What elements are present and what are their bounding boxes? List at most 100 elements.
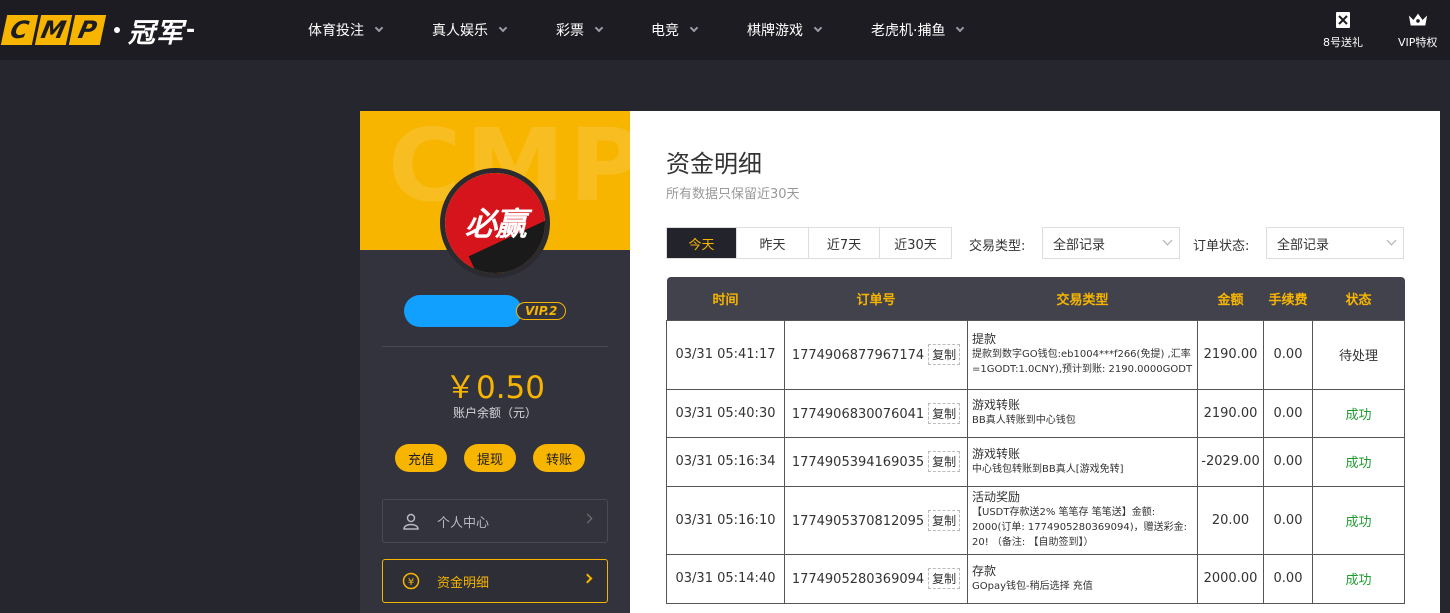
nav-label: 彩票 — [556, 23, 584, 39]
order-number: 1774905370812095 — [791, 513, 925, 529]
withdraw-button[interactable]: 提现 — [464, 444, 516, 472]
gift-icon — [1333, 10, 1353, 30]
nav-item-esports[interactable]: 电竞 — [639, 0, 735, 60]
date-range-tabs: 今天 昨天 近7天 近30天 — [666, 227, 952, 259]
sidebar-item-funds[interactable]: ¥ 资金明细 — [382, 559, 608, 603]
type-detail: 中心钱包转账到BB真人[游戏免转] — [972, 463, 1124, 475]
nav-label: 电竞 — [651, 23, 679, 39]
avatar: 必赢 — [440, 168, 550, 278]
nav-item-slots-fishing[interactable]: 老虎机·捕鱼 — [859, 0, 979, 60]
copy-button[interactable]: 复制 — [928, 451, 961, 472]
vip-link[interactable]: VIP特权 — [1398, 10, 1437, 50]
table-row: 03/31 05:40:30 1774906830076041 复制 游戏转账 BB… — [666, 388, 1405, 438]
cell-type: 存款 GOpay钱包-稍后选择 充值 — [967, 553, 1198, 604]
nav-label: 老虎机·捕鱼 — [871, 23, 946, 39]
vip-label: VIP特权 — [1398, 36, 1438, 49]
order-number: 1774906830076041 — [791, 406, 925, 422]
transfer-button[interactable]: 转账 — [533, 444, 585, 472]
cell-status: 待处理 — [1312, 319, 1405, 390]
sidebar-item-label: 个人中心 — [437, 515, 490, 531]
column-header: 订单号 — [856, 292, 896, 308]
tab-7-days[interactable]: 近7天 — [809, 228, 880, 258]
type-detail: 【USDT存款送2% 笔笔存 笔笔送】金额: 2000(订单: 17749052… — [972, 507, 1187, 548]
crown-icon — [1408, 10, 1428, 30]
type-name: 游戏转账 — [972, 398, 1021, 412]
cell-order: 1774905280369094 复制 — [784, 553, 968, 604]
cell-type: 游戏转账 中心钱包转账到BB真人[游戏免转] — [967, 436, 1198, 487]
cell-amount: 2190.00 — [1197, 319, 1264, 390]
chevron-right-icon — [582, 573, 593, 584]
tab-yesterday[interactable]: 昨天 — [737, 228, 809, 258]
chevron-down-icon — [1386, 235, 1397, 246]
cell-type: 提款 提款到数字GO钱包:eb1004***f266(免提) ,汇率=1GODT:… — [967, 319, 1198, 390]
user-icon — [401, 511, 421, 531]
type-detail: BB真人转账到中心钱包 — [972, 415, 1076, 426]
copy-button[interactable]: 复制 — [928, 402, 961, 424]
tab-today[interactable]: 今天 — [667, 228, 737, 258]
column-header: 手续费 — [1268, 292, 1308, 308]
cell-amount: 2000.00 — [1197, 553, 1264, 604]
order-number: 1774906877967174 — [791, 348, 925, 363]
cell-time: 03/31 05:16:34 — [666, 436, 785, 487]
nav-item-lottery[interactable]: 彩票 — [544, 0, 639, 60]
svg-text:¥: ¥ — [408, 577, 414, 588]
username-row: VIP.2 — [404, 295, 567, 327]
copy-button[interactable]: 复制 — [928, 568, 961, 589]
chevron-down-icon — [498, 23, 508, 33]
cell-amount: -2029.00 — [1197, 436, 1264, 487]
sidebar-item-profile[interactable]: 个人中心 — [382, 499, 608, 543]
transactions-table: 时间 订单号 交易类型 金额 手续费 状态 03/31 05:41:17 177… — [666, 277, 1405, 604]
cell-order: 1774905394169035 复制 — [784, 436, 968, 487]
cell-time: 03/31 05:41:17 — [666, 319, 785, 390]
logo-letters: C M P — [0, 15, 107, 45]
status-filter-select[interactable]: 全部记录 — [1266, 227, 1404, 259]
nav-label: 真人娱乐 — [432, 23, 488, 39]
type-filter-select[interactable]: 全部记录 — [1042, 227, 1180, 259]
cell-time: 03/31 05:14:40 — [666, 553, 785, 604]
type-name: 存款 — [972, 563, 997, 578]
type-name: 活动奖励 — [972, 490, 1021, 504]
cell-order: 1774906830076041 复制 — [784, 388, 968, 438]
tab-30-days[interactable]: 近30天 — [880, 228, 951, 258]
cell-type: 游戏转账 BB真人转账到中心钱包 — [967, 388, 1198, 438]
column-header: 金额 — [1217, 292, 1244, 308]
copy-button[interactable]: 复制 — [928, 509, 961, 531]
cell-status: 成功 — [1312, 553, 1405, 604]
balance-label: 账户余额（元） — [452, 406, 537, 420]
funds-detail-panel: 资金明细 所有数据只保留近30天 今天 昨天 近7天 近30天 交易类型: 全部… — [630, 111, 1440, 613]
chevron-down-icon — [594, 23, 604, 33]
cell-status: 成功 — [1312, 436, 1405, 487]
cell-time: 03/31 05:40:30 — [666, 388, 785, 438]
column-header: 状态 — [1345, 292, 1372, 308]
table-row: 03/31 05:14:40 1774905280369094 复制 存款 GOpa… — [666, 553, 1405, 604]
table-row: 03/31 05:16:34 1774905394169035 复制 游戏转账 中心… — [666, 436, 1405, 487]
logo-dash: - — [186, 17, 196, 43]
logo-letter: C — [0, 15, 39, 45]
table-header-row: 时间 订单号 交易类型 金额 手续费 状态 — [666, 277, 1405, 320]
cell-order: 1774905370812095 复制 — [784, 485, 968, 555]
nav-item-card-games[interactable]: 棋牌游戏 — [735, 0, 859, 60]
chevron-down-icon — [374, 23, 384, 33]
cell-time: 03/31 05:16:10 — [666, 485, 785, 555]
cell-status: 成功 — [1312, 485, 1405, 555]
cell-order: 1774906877967174 复制 — [784, 319, 968, 390]
gift-link[interactable]: 8号送礼 — [1323, 10, 1363, 50]
cell-fee: 0.00 — [1263, 388, 1313, 438]
account-sidebar: CMP 必赢 VIP.2 ￥0.50 账户余额（元） 充值 提现 转账 个人中心… — [360, 111, 630, 613]
nav-item-sports[interactable]: 体育投注 — [296, 0, 420, 60]
cell-status: 成功 — [1312, 388, 1405, 438]
divider — [382, 346, 608, 347]
logo-letter: M — [34, 15, 73, 45]
brand-logo[interactable]: C M P 冠军 - — [0, 14, 196, 49]
cell-amount: 20.00 — [1197, 485, 1264, 555]
avatar-text: 必赢 — [464, 205, 527, 243]
nav-item-live-casino[interactable]: 真人娱乐 — [420, 0, 544, 60]
page-subtitle: 所有数据只保留近30天 — [666, 187, 800, 202]
copy-button[interactable]: 复制 — [928, 344, 961, 365]
logo-letter: P — [68, 15, 107, 45]
chevron-down-icon — [1162, 235, 1173, 246]
nav-label: 体育投注 — [308, 23, 364, 39]
deposit-button[interactable]: 充值 — [395, 444, 447, 472]
cell-fee: 0.00 — [1263, 319, 1313, 390]
chevron-down-icon — [689, 23, 699, 33]
